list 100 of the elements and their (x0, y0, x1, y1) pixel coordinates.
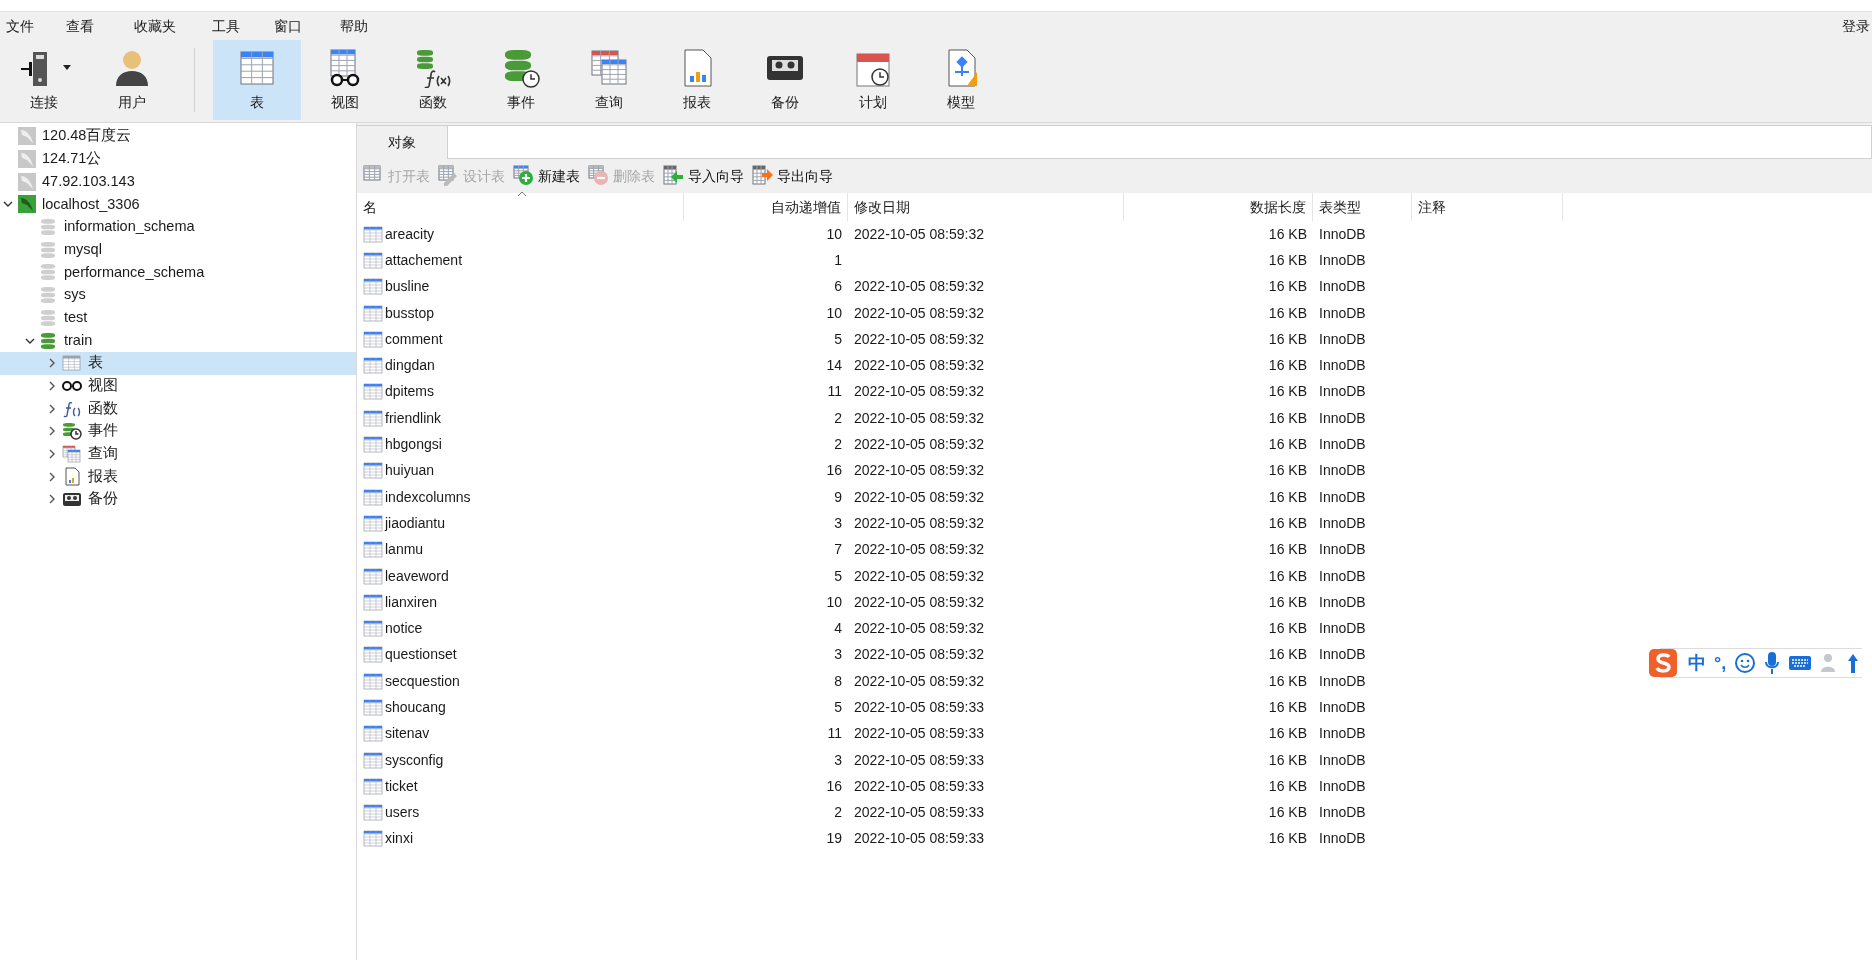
table-cell-text: 6 (833, 277, 843, 297)
table-grid-icon (363, 436, 383, 453)
tree-item[interactable]: 视图 (0, 374, 356, 398)
table-grid-icon (363, 830, 383, 848)
table-cell: jiaodiantu (357, 512, 684, 534)
toolbar-button[interactable]: 视图 (301, 40, 389, 120)
menu-item[interactable]: 查看 (62, 15, 130, 37)
table-cell: sysconfig (357, 749, 684, 771)
table-cell-text: 2022-10-05 08:59:32 (853, 329, 985, 349)
table-grid-icon (363, 251, 383, 269)
toolbar-button[interactable]: 事件 (477, 40, 565, 120)
column-header[interactable]: 数据长度 (1124, 193, 1313, 221)
tree-item[interactable]: test (0, 306, 356, 330)
column-header[interactable]: 名 (357, 193, 684, 221)
table-cell: users (357, 802, 684, 824)
keyboard-icon (1788, 654, 1813, 672)
table-cell-text: InnoDB (1318, 356, 1367, 376)
table-cell-text: 11 (826, 724, 843, 744)
microphone-icon (1764, 651, 1781, 675)
table-cell: attachement (357, 249, 684, 271)
table-cell-text: 16 KB (1267, 277, 1308, 297)
table-cell-text: 5 (833, 698, 843, 717)
tree-item[interactable]: sys (0, 283, 356, 307)
menu-item[interactable]: 工具 (208, 15, 270, 37)
toolbar-button[interactable]: 计划 (829, 40, 917, 120)
menu-item[interactable]: 文件 (2, 15, 62, 37)
toolbar-button[interactable]: 模型 (917, 40, 1005, 120)
table-cell-text: 5 (833, 329, 843, 349)
menu-item[interactable]: 窗口 (270, 15, 336, 37)
table-cell-text: 16 KB (1267, 487, 1308, 507)
add-table-icon (513, 165, 535, 187)
ime-toggle[interactable]: °, (1714, 649, 1727, 677)
table-cell-text: 2022-10-05 08:59:33 (853, 750, 985, 770)
table-cell: areacity (357, 223, 684, 245)
table-cell-text: 16 (825, 776, 843, 796)
table-cell: comment (357, 328, 684, 350)
login-link[interactable]: 登录 (1842, 15, 1872, 37)
sort-caret-icon (517, 191, 527, 197)
toolbar-button[interactable]: 函数 (389, 40, 477, 120)
tree-item[interactable]: 120.48百度云 (0, 125, 356, 148)
toolbar-action[interactable]: 新建表 (513, 165, 582, 187)
column-header[interactable]: 修改日期 (848, 193, 1124, 221)
table-cell-text: 16 KB (1267, 513, 1308, 533)
function-icon (62, 399, 82, 418)
table-cell-text: InnoDB (1318, 435, 1367, 454)
table-cell-text: 2022-10-05 08:59:32 (853, 435, 985, 454)
table-cell-text: 16 KB (1267, 619, 1308, 639)
tree-item[interactable]: 备份 (0, 488, 356, 511)
tree-item[interactable]: localhost_3306 (0, 193, 356, 216)
table-cell-text: 16 (825, 461, 843, 481)
toolbar-button[interactable]: 连接 (0, 40, 88, 120)
tree-item[interactable]: 报表 (0, 465, 356, 488)
column-header[interactable]: 自动递增值 (684, 193, 848, 221)
table-cell-text: 4 (833, 619, 843, 639)
table-cell-text: 16 KB (1267, 645, 1308, 665)
tree-item[interactable]: train (0, 329, 356, 352)
table-cell-text: 16 KB (1267, 592, 1308, 612)
caret-icon (63, 64, 71, 71)
tree-item[interactable]: 表 (0, 351, 356, 375)
table-cell-text: 16 KB (1267, 671, 1308, 691)
table-cell-text: InnoDB (1318, 776, 1367, 796)
table-cell: hbgongsi (357, 434, 684, 455)
table-cell: questionset (357, 644, 684, 666)
ime-toggle[interactable]: 中 (1688, 649, 1706, 677)
toolbar-action[interactable]: 导出向导 (752, 165, 835, 187)
table-cell-text: 16 KB (1267, 750, 1308, 770)
toolbar-button[interactable]: 表 (213, 40, 301, 120)
query-icon (589, 47, 629, 88)
tree-item[interactable]: 函数 (0, 397, 356, 420)
table-cell-text: 2022-10-05 08:59:33 (853, 724, 985, 744)
table-grid-icon (363, 357, 383, 375)
table-cell-text: 16 KB (1267, 250, 1308, 270)
table-cell-text: 5 (833, 566, 843, 586)
table-cell-text: 3 (833, 750, 843, 770)
table-cell-text: 2022-10-05 08:59:32 (853, 277, 985, 297)
table-cell-text: 16 KB (1267, 566, 1308, 586)
import-arrow-icon (663, 165, 685, 187)
table-cell-text: InnoDB (1318, 803, 1367, 823)
tree-item[interactable]: mysql (0, 238, 356, 262)
tree-item[interactable]: 47.92.103.143 (0, 170, 356, 194)
table-grid-icon (363, 777, 383, 795)
menu-item[interactable]: 帮助 (336, 15, 396, 37)
tree-item[interactable]: 查询 (0, 442, 356, 466)
column-header[interactable]: 注释 (1412, 193, 1563, 221)
table-cell: ticket (357, 775, 684, 797)
toolbar-button[interactable]: 报表 (653, 40, 741, 120)
tree-item[interactable]: performance_schema (0, 261, 356, 284)
table-cell-text: 2 (833, 435, 843, 454)
toolbar-button[interactable]: 查询 (565, 40, 653, 120)
table-cell-text: 16 KB (1267, 329, 1308, 349)
toolbar-action[interactable]: 导入向导 (663, 165, 746, 187)
menu-item[interactable]: 收藏夹 (130, 15, 208, 37)
table-cell-text: 2022-10-05 08:59:32 (853, 382, 985, 402)
column-header[interactable]: 表类型 (1313, 193, 1412, 221)
toolbar-button[interactable]: 用户 (88, 40, 176, 120)
tree-item[interactable]: 124.71公 (0, 147, 356, 171)
tree-item[interactable]: information_schema (0, 215, 356, 239)
tree-item[interactable]: 事件 (0, 419, 356, 443)
toolbar-button[interactable]: 备份 (741, 40, 829, 120)
table-grid-icon (363, 725, 383, 743)
